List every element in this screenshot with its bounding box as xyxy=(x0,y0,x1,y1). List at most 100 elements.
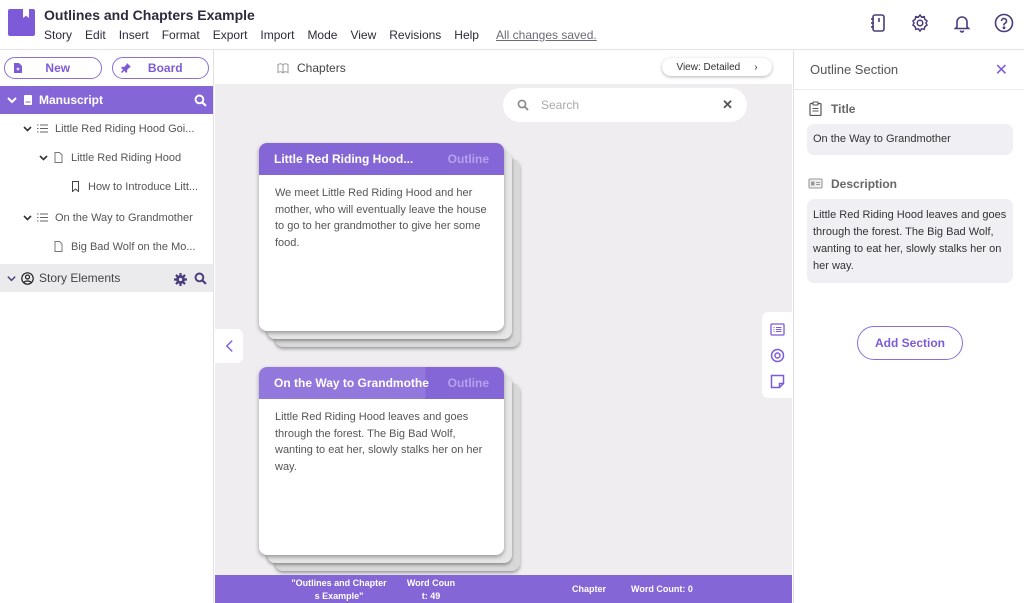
search-icon[interactable] xyxy=(194,272,207,285)
card-body: We meet Little Red Riding Hood and her m… xyxy=(275,187,487,249)
menu-revisions[interactable]: Revisions xyxy=(389,28,441,42)
outline-card-selected[interactable]: On the Way to Grandmothe Outline Little … xyxy=(259,367,504,555)
sticky-note-icon[interactable] xyxy=(770,374,785,389)
open-book-icon xyxy=(277,63,289,74)
add-section-button[interactable]: Add Section xyxy=(857,326,963,360)
manuscript-header[interactable]: Manuscript xyxy=(0,86,213,114)
search-bar: ✕ xyxy=(503,88,747,122)
help-icon[interactable] xyxy=(994,13,1014,33)
view-mode-button[interactable]: View: Detailed › xyxy=(662,58,772,76)
top-bar: Outlines and Chapters Example Story Edit… xyxy=(0,0,1024,50)
story-elements-label: Story Elements xyxy=(39,271,121,285)
chevron-right-icon: › xyxy=(754,61,758,73)
settings-gear-icon[interactable] xyxy=(910,13,930,33)
word-count-line2: t: 49 xyxy=(421,591,441,601)
notebook-icon[interactable] xyxy=(868,13,888,33)
search-icon[interactable] xyxy=(194,94,207,107)
menu-export[interactable]: Export xyxy=(213,28,248,42)
panel-title: Outline Section xyxy=(810,62,899,77)
user-circle-icon xyxy=(21,271,34,285)
menu-bar: Story Edit Insert Format Export Import M… xyxy=(44,28,610,42)
card-body: Little Red Riding Hood leaves and goes t… xyxy=(275,411,483,473)
description-field-label: Description xyxy=(794,176,1024,191)
tree-item-label: How to Introduce Litt... xyxy=(88,180,199,193)
title-input[interactable]: On the Way to Grandmother xyxy=(807,124,1013,155)
app-logo-icon xyxy=(8,9,35,36)
outline-section-panel: Outline Section ✕ Title On the Way to Gr… xyxy=(793,50,1024,603)
outline-list-icon xyxy=(37,124,48,133)
chevron-down-icon[interactable] xyxy=(38,152,49,163)
story-name-status: "Outlines and Chapter s Example" xyxy=(285,577,393,603)
chapter-label: Chapter xyxy=(572,584,607,594)
chapters-label: Chapters xyxy=(277,61,346,75)
save-status-link[interactable]: All changes saved. xyxy=(496,28,597,42)
chevron-down-icon[interactable] xyxy=(6,94,18,106)
board-button-label: Board xyxy=(147,61,183,75)
collapse-sidebar-button[interactable] xyxy=(215,329,243,363)
target-icon[interactable] xyxy=(770,348,785,363)
top-icon-bar xyxy=(868,13,1014,33)
bookmark-icon xyxy=(72,181,79,192)
menu-help[interactable]: Help xyxy=(454,28,479,42)
status-footer: "Outlines and Chapter s Example" Word Co… xyxy=(215,575,792,603)
tree-item-label: On the Way to Grandmother xyxy=(55,211,193,224)
description-textarea[interactable]: Little Red Riding Hood leaves and goes t… xyxy=(807,199,1013,283)
outline-card[interactable]: Little Red Riding Hood... Outline We mee… xyxy=(259,143,504,331)
new-button-label: New xyxy=(45,61,71,75)
menu-mode[interactable]: Mode xyxy=(307,28,337,42)
chevron-down-icon[interactable] xyxy=(22,123,33,134)
new-button[interactable]: New xyxy=(4,57,102,79)
card-header: On the Way to Grandmothe Outline xyxy=(259,367,504,399)
story-elements-header[interactable]: Story Elements xyxy=(0,264,213,292)
title-field-label: Title xyxy=(794,101,1024,116)
tree-item[interactable]: On the Way to Grandmother xyxy=(0,203,213,232)
settings-gear-icon[interactable] xyxy=(174,273,187,286)
menu-format[interactable]: Format xyxy=(162,28,200,42)
manuscript-label: Manuscript xyxy=(39,93,104,107)
clipboard-icon xyxy=(809,101,822,116)
outline-card-stack: Little Red Riding Hood... Outline We mee… xyxy=(259,143,521,349)
search-input[interactable] xyxy=(541,98,723,112)
chapters-board: Chapters View: Detailed › ✕ Little Red R… xyxy=(215,50,792,575)
menu-insert[interactable]: Insert xyxy=(119,28,149,42)
manuscript-tree: Little Red Riding Hood Goi... Little Red… xyxy=(0,114,213,261)
board-header: Chapters View: Detailed › xyxy=(215,50,792,85)
card-title: Little Red Riding Hood... xyxy=(274,152,414,166)
tree-item-label: Little Red Riding Hood Goi... xyxy=(55,122,195,135)
book-icon xyxy=(24,95,32,105)
outline-card-stack: On the Way to Grandmothe Outline Little … xyxy=(259,367,521,573)
chevron-down-icon[interactable] xyxy=(22,212,33,223)
tree-item-label: Big Bad Wolf on the Mo... xyxy=(71,240,196,253)
clear-search-icon[interactable]: ✕ xyxy=(722,97,733,113)
story-name-line2: s Example" xyxy=(314,591,364,601)
tree-item[interactable]: Little Red Riding Hood xyxy=(0,143,213,172)
sidebar: New Board Manuscript Little Red Riding H… xyxy=(0,50,214,603)
chevron-down-icon[interactable] xyxy=(6,272,17,285)
list-view-icon[interactable] xyxy=(769,322,785,337)
close-icon[interactable]: ✕ xyxy=(995,60,1008,80)
chapters-title: Chapters xyxy=(297,61,346,75)
board-side-toolbar xyxy=(762,312,792,398)
document-icon xyxy=(54,152,63,163)
outline-list-icon xyxy=(37,213,48,222)
id-card-icon xyxy=(808,178,823,189)
bell-icon[interactable] xyxy=(952,13,972,33)
tree-item[interactable]: Big Bad Wolf on the Mo... xyxy=(0,232,213,261)
pin-icon xyxy=(120,63,131,73)
menu-view[interactable]: View xyxy=(350,28,376,42)
document-title[interactable]: Outlines and Chapters Example xyxy=(44,7,255,23)
tree-item[interactable]: How to Introduce Litt... xyxy=(0,172,213,201)
search-icon xyxy=(517,99,529,111)
document-icon xyxy=(54,241,63,252)
menu-story[interactable]: Story xyxy=(44,28,72,42)
menu-edit[interactable]: Edit xyxy=(85,28,106,42)
board-button[interactable]: Board xyxy=(111,57,209,79)
view-mode-label: View: Detailed xyxy=(676,61,741,73)
tree-item[interactable]: Little Red Riding Hood Goi... xyxy=(0,114,213,143)
menu-import[interactable]: Import xyxy=(260,28,294,42)
chevron-left-icon xyxy=(225,340,233,352)
word-count-line1: Word Coun xyxy=(406,578,456,588)
card-type-tag: Outline xyxy=(447,376,489,390)
sidebar-actions: New Board xyxy=(0,50,213,86)
card-title: On the Way to Grandmothe xyxy=(274,376,429,390)
